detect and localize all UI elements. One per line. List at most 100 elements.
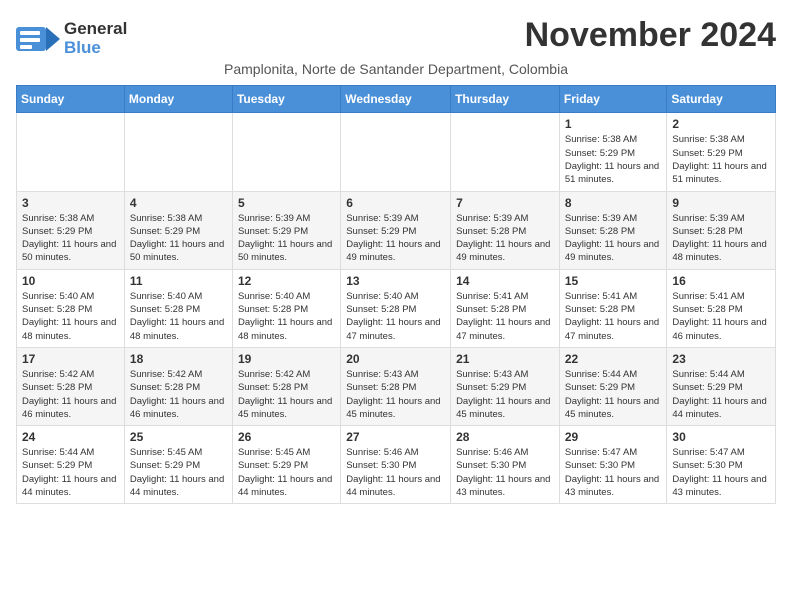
day-info: Sunrise: 5:42 AM Sunset: 5:28 PM Dayligh… — [22, 368, 119, 421]
day-number: 8 — [565, 196, 662, 210]
calendar-cell: 11 Sunrise: 5:40 AM Sunset: 5:28 PM Dayli… — [124, 269, 232, 347]
day-number: 7 — [456, 196, 554, 210]
page-header: General Blue November 2024 — [16, 16, 776, 57]
day-number: 18 — [130, 352, 227, 366]
calendar-cell: 20 Sunrise: 5:43 AM Sunset: 5:28 PM Dayli… — [341, 347, 451, 425]
day-number: 19 — [238, 352, 335, 366]
day-number: 30 — [672, 430, 770, 444]
calendar-cell: 25 Sunrise: 5:45 AM Sunset: 5:29 PM Dayli… — [124, 426, 232, 504]
calendar-cell: 27 Sunrise: 5:46 AM Sunset: 5:30 PM Dayli… — [341, 426, 451, 504]
day-number: 29 — [565, 430, 662, 444]
calendar-cell: 10 Sunrise: 5:40 AM Sunset: 5:28 PM Dayli… — [17, 269, 125, 347]
calendar-cell: 15 Sunrise: 5:41 AM Sunset: 5:28 PM Dayli… — [559, 269, 667, 347]
calendar-cell — [232, 113, 340, 191]
day-info: Sunrise: 5:43 AM Sunset: 5:29 PM Dayligh… — [456, 368, 554, 421]
logo-icon — [16, 23, 60, 55]
day-number: 1 — [565, 117, 662, 131]
day-number: 2 — [672, 117, 770, 131]
day-number: 9 — [672, 196, 770, 210]
weekday-header-wednesday: Wednesday — [341, 86, 451, 113]
day-info: Sunrise: 5:44 AM Sunset: 5:29 PM Dayligh… — [22, 446, 119, 499]
calendar-cell — [451, 113, 560, 191]
day-info: Sunrise: 5:42 AM Sunset: 5:28 PM Dayligh… — [238, 368, 335, 421]
logo-blue: Blue — [64, 39, 127, 58]
calendar-cell: 5 Sunrise: 5:39 AM Sunset: 5:29 PM Daylig… — [232, 191, 340, 269]
calendar-cell: 19 Sunrise: 5:42 AM Sunset: 5:28 PM Dayli… — [232, 347, 340, 425]
day-number: 27 — [346, 430, 445, 444]
weekday-header-row: SundayMondayTuesdayWednesdayThursdayFrid… — [17, 86, 776, 113]
calendar-cell: 9 Sunrise: 5:39 AM Sunset: 5:28 PM Daylig… — [667, 191, 776, 269]
day-info: Sunrise: 5:38 AM Sunset: 5:29 PM Dayligh… — [130, 212, 227, 265]
calendar-cell: 18Sunrise: 5:42 AM Sunset: 5:28 PM Dayli… — [124, 347, 232, 425]
weekday-header-tuesday: Tuesday — [232, 86, 340, 113]
day-number: 11 — [130, 274, 227, 288]
calendar-cell: 29 Sunrise: 5:47 AM Sunset: 5:30 PM Dayli… — [559, 426, 667, 504]
day-info: Sunrise: 5:38 AM Sunset: 5:29 PM Dayligh… — [22, 212, 119, 265]
weekday-header-monday: Monday — [124, 86, 232, 113]
calendar-cell: 4 Sunrise: 5:38 AM Sunset: 5:29 PM Daylig… — [124, 191, 232, 269]
day-info: Sunrise: 5:46 AM Sunset: 5:30 PM Dayligh… — [346, 446, 445, 499]
day-number: 10 — [22, 274, 119, 288]
day-info: Sunrise: 5:46 AM Sunset: 5:30 PM Dayligh… — [456, 446, 554, 499]
day-info: Sunrise: 5:45 AM Sunset: 5:29 PM Dayligh… — [238, 446, 335, 499]
day-number: 5 — [238, 196, 335, 210]
logo-general: General — [64, 20, 127, 39]
day-number: 6 — [346, 196, 445, 210]
day-number: 25 — [130, 430, 227, 444]
day-info: Sunrise: 5:41 AM Sunset: 5:28 PM Dayligh… — [565, 290, 662, 343]
day-info: Sunrise: 5:40 AM Sunset: 5:28 PM Dayligh… — [22, 290, 119, 343]
day-number: 15 — [565, 274, 662, 288]
day-info: Sunrise: 5:39 AM Sunset: 5:28 PM Dayligh… — [565, 212, 662, 265]
calendar-cell: 1Sunrise: 5:38 AM Sunset: 5:29 PM Daylig… — [559, 113, 667, 191]
day-info: Sunrise: 5:40 AM Sunset: 5:28 PM Dayligh… — [130, 290, 227, 343]
calendar-cell: 2Sunrise: 5:38 AM Sunset: 5:29 PM Daylig… — [667, 113, 776, 191]
day-number: 17 — [22, 352, 119, 366]
calendar-cell — [124, 113, 232, 191]
calendar-cell: 28Sunrise: 5:46 AM Sunset: 5:30 PM Dayli… — [451, 426, 560, 504]
month-title: November 2024 — [525, 16, 776, 55]
location: Pamplonita, Norte de Santander Departmen… — [16, 61, 776, 77]
calendar-cell: 8 Sunrise: 5:39 AM Sunset: 5:28 PM Daylig… — [559, 191, 667, 269]
calendar-cell: 17 Sunrise: 5:42 AM Sunset: 5:28 PM Dayli… — [17, 347, 125, 425]
calendar-cell: 30 Sunrise: 5:47 AM Sunset: 5:30 PM Dayli… — [667, 426, 776, 504]
day-number: 24 — [22, 430, 119, 444]
day-info: Sunrise: 5:41 AM Sunset: 5:28 PM Dayligh… — [672, 290, 770, 343]
day-number: 22 — [565, 352, 662, 366]
calendar-cell: 23Sunrise: 5:44 AM Sunset: 5:29 PM Dayli… — [667, 347, 776, 425]
day-info: Sunrise: 5:39 AM Sunset: 5:28 PM Dayligh… — [456, 212, 554, 265]
day-number: 13 — [346, 274, 445, 288]
calendar-cell: 7 Sunrise: 5:39 AM Sunset: 5:28 PM Daylig… — [451, 191, 560, 269]
day-number: 3 — [22, 196, 119, 210]
day-number: 20 — [346, 352, 445, 366]
calendar-cell — [17, 113, 125, 191]
day-info: Sunrise: 5:39 AM Sunset: 5:28 PM Dayligh… — [672, 212, 770, 265]
calendar-cell: 24 Sunrise: 5:44 AM Sunset: 5:29 PM Dayli… — [17, 426, 125, 504]
calendar-table: SundayMondayTuesdayWednesdayThursdayFrid… — [16, 85, 776, 504]
day-info: Sunrise: 5:45 AM Sunset: 5:29 PM Dayligh… — [130, 446, 227, 499]
day-number: 12 — [238, 274, 335, 288]
calendar-week-row: 3 Sunrise: 5:38 AM Sunset: 5:29 PM Daylig… — [17, 191, 776, 269]
weekday-header-sunday: Sunday — [17, 86, 125, 113]
day-info: Sunrise: 5:43 AM Sunset: 5:28 PM Dayligh… — [346, 368, 445, 421]
calendar-week-row: 17 Sunrise: 5:42 AM Sunset: 5:28 PM Dayli… — [17, 347, 776, 425]
day-info: Sunrise: 5:44 AM Sunset: 5:29 PM Dayligh… — [565, 368, 662, 421]
calendar-week-row: 1Sunrise: 5:38 AM Sunset: 5:29 PM Daylig… — [17, 113, 776, 191]
calendar-week-row: 24 Sunrise: 5:44 AM Sunset: 5:29 PM Dayli… — [17, 426, 776, 504]
calendar-cell: 16Sunrise: 5:41 AM Sunset: 5:28 PM Dayli… — [667, 269, 776, 347]
day-number: 26 — [238, 430, 335, 444]
day-info: Sunrise: 5:40 AM Sunset: 5:28 PM Dayligh… — [346, 290, 445, 343]
calendar-cell: 13 Sunrise: 5:40 AM Sunset: 5:28 PM Dayli… — [341, 269, 451, 347]
calendar-cell: 21 Sunrise: 5:43 AM Sunset: 5:29 PM Dayli… — [451, 347, 560, 425]
calendar-cell: 14Sunrise: 5:41 AM Sunset: 5:28 PM Dayli… — [451, 269, 560, 347]
day-info: Sunrise: 5:39 AM Sunset: 5:29 PM Dayligh… — [238, 212, 335, 265]
day-number: 21 — [456, 352, 554, 366]
day-number: 4 — [130, 196, 227, 210]
day-info: Sunrise: 5:39 AM Sunset: 5:29 PM Dayligh… — [346, 212, 445, 265]
weekday-header-thursday: Thursday — [451, 86, 560, 113]
calendar-cell: 3 Sunrise: 5:38 AM Sunset: 5:29 PM Daylig… — [17, 191, 125, 269]
calendar-cell: 22 Sunrise: 5:44 AM Sunset: 5:29 PM Dayli… — [559, 347, 667, 425]
day-info: Sunrise: 5:40 AM Sunset: 5:28 PM Dayligh… — [238, 290, 335, 343]
day-info: Sunrise: 5:47 AM Sunset: 5:30 PM Dayligh… — [672, 446, 770, 499]
day-info: Sunrise: 5:47 AM Sunset: 5:30 PM Dayligh… — [565, 446, 662, 499]
calendar-cell: 12 Sunrise: 5:40 AM Sunset: 5:28 PM Dayli… — [232, 269, 340, 347]
